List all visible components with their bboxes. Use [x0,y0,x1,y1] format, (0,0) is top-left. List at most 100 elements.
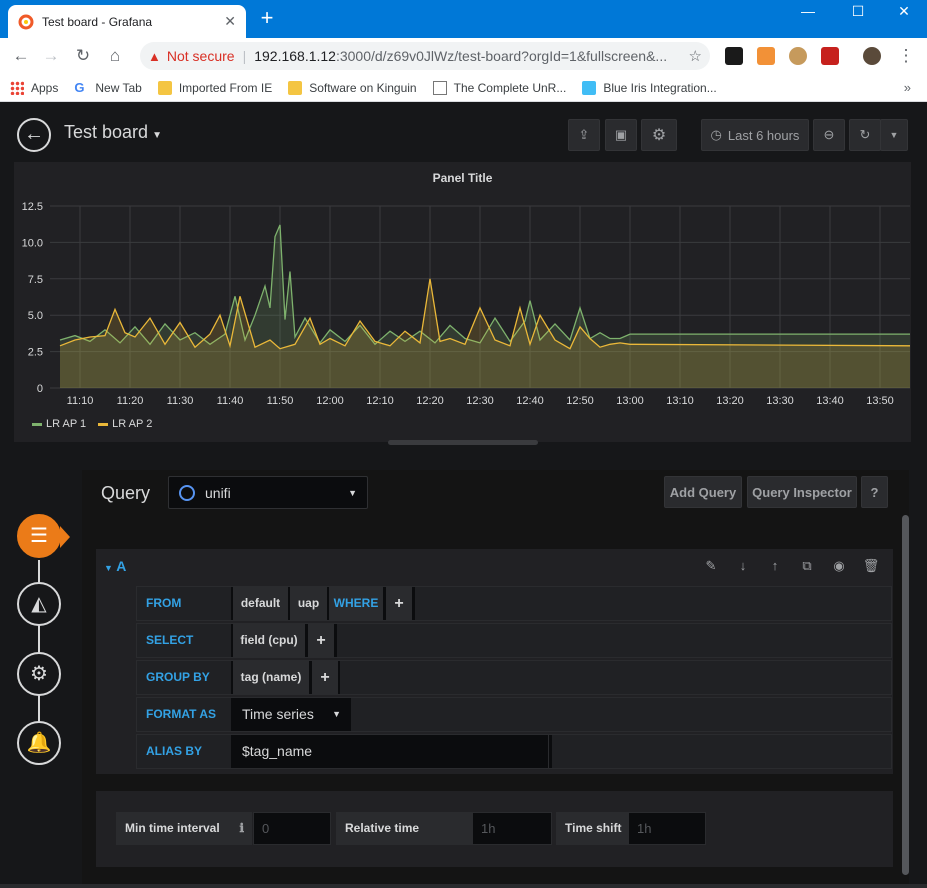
group-by-tag-segment[interactable]: tag (name) [233,661,309,694]
editor-scrollbar[interactable] [902,515,909,875]
back-to-dashboard-button[interactable]: ← [17,118,51,152]
extension-pdf-icon[interactable] [821,47,839,65]
visualization-tab[interactable]: ◭ [17,582,61,626]
x-tick-label: 12:50 [566,395,594,407]
warning-icon: ▲ [148,48,161,64]
trash-icon[interactable]: 🗑 [855,558,887,574]
bookmarks-bar: Apps G New Tab Imported From IE Software… [0,74,927,102]
select-row: SELECT field (cpu) + [136,623,892,658]
relative-time-label: Relative time [336,812,472,845]
legend-item[interactable]: LR AP 2 [98,418,152,430]
y-tick-label: 7.5 [28,274,43,286]
browser-tab-strip: Test board - Grafana ✕ + — ☐ ✕ [0,0,927,38]
x-tick-label: 11:30 [167,395,194,407]
refresh-button[interactable]: ↻ [849,119,881,151]
graph-legend: LR AP 1 LR AP 2 [32,418,164,430]
datasource-select[interactable]: unifi ▼ [168,476,368,509]
refresh-interval-dropdown[interactable]: ▼ [880,119,908,151]
home-icon[interactable]: ⌂ [105,46,125,66]
reload-icon[interactable]: ↻ [73,46,93,66]
x-tick-label: 13:00 [616,395,644,407]
back-arrow-icon[interactable]: ← [11,46,31,66]
series-area-2 [60,278,910,388]
extension-office-icon[interactable] [757,47,775,65]
pencil-icon[interactable]: ✎ [695,558,727,574]
bookmark-complete-unraid[interactable]: The Complete UnR... [432,80,566,95]
add-select-button[interactable]: + [308,624,334,657]
more-bookmarks-icon[interactable]: » [904,80,911,95]
bookmark-apps[interactable]: Apps [10,80,58,95]
graph-chart[interactable]: 0 2.5 5.0 7.5 10.0 12.5 11:10 11:20 11:30 11:40 11… [14,162,911,412]
x-tick-label: 13:20 [716,395,744,407]
maximize-icon[interactable]: ☐ [835,0,881,26]
forward-arrow-icon[interactable]: → [41,46,61,66]
dashboard-navbar: ← Test board ▼ ⇪ ▣ ⚙ ◷ Last 6 hours ⊖ ↻ ▼ [0,102,927,162]
x-tick-label: 12:10 [366,395,394,407]
save-icon: ▣ [614,127,628,142]
close-tab-icon[interactable]: ✕ [224,13,236,30]
close-window-icon[interactable]: ✕ [881,0,927,26]
minimize-icon[interactable]: — [785,0,831,26]
measurement-segment[interactable]: uap [290,587,327,620]
bookmark-blue-iris[interactable]: Blue Iris Integration... [582,80,717,95]
bookmark-software-on-kinguin[interactable]: Software on Kinguin [288,80,417,95]
add-where-button[interactable]: + [386,587,412,620]
arrow-down-icon[interactable]: ↓ [727,558,759,574]
x-tick-label: 11:10 [67,395,94,407]
share-button[interactable]: ⇪ [568,119,600,151]
select-label: SELECT [137,624,231,657]
alias-by-input[interactable]: $tag_name [233,735,549,768]
bookmark-star-icon[interactable]: ☆ [689,47,702,65]
from-label: FROM [137,587,231,620]
browser-tab[interactable]: Test board - Grafana ✕ [8,5,246,38]
menu-kebab-icon[interactable]: ⋮ [896,46,916,66]
bookmark-imported-from-ie[interactable]: Imported From IE [157,80,272,95]
url-bar[interactable]: ▲ Not secure | 192.168.1.12:3000/d/z69v0… [140,42,710,70]
query-inspector-button[interactable]: Query Inspector [747,476,857,508]
extension-h-icon[interactable] [725,47,743,65]
group-by-row: GROUP BY tag (name) + [136,660,892,695]
y-tick-label: 2.5 [28,347,43,359]
query-row-header[interactable]: ▼ A ✎ ↓ ↑ ⧉ ◉ 🗑 [96,549,893,584]
dashboard-title[interactable]: Test board ▼ [64,122,162,143]
info-icon[interactable]: ℹ [239,812,244,845]
legend-swatch [32,422,42,426]
field-segment[interactable]: field (cpu) [233,624,305,657]
min-time-interval-input[interactable]: 0 [253,812,331,845]
from-row: FROM default uap WHERE + [136,586,892,621]
queries-tab[interactable]: ☰ [17,514,61,558]
relative-time-input[interactable]: 1h [472,812,552,845]
add-query-button[interactable]: Add Query [664,476,742,508]
general-settings-tab[interactable]: ⚙ [17,652,61,696]
save-button[interactable]: ▣ [605,119,637,151]
time-picker-button[interactable]: ◷ Last 6 hours [701,119,809,151]
cog-icon: ⚙ [30,663,48,685]
zoom-out-button[interactable]: ⊖ [813,119,845,151]
query-row-name[interactable]: ▼ A [104,558,126,574]
extension-cookie-icon[interactable] [789,47,807,65]
profile-avatar[interactable] [863,47,881,65]
legend-item[interactable]: LR AP 1 [32,418,86,430]
address-toolbar: ← → ↻ ⌂ ▲ Not secure | 192.168.1.12:3000… [0,38,927,74]
add-group-by-button[interactable]: + [312,661,338,694]
format-as-row: FORMAT AS Time series ▼ [136,697,892,732]
bookmark-new-tab[interactable]: G New Tab [74,80,141,95]
time-shift-label: Time shift [556,812,628,845]
arrow-left-icon: ← [24,123,44,145]
help-button[interactable]: ? [861,476,888,508]
settings-button[interactable]: ⚙ [641,119,677,151]
arrow-up-icon[interactable]: ↑ [759,558,791,574]
eye-icon[interactable]: ◉ [823,558,855,574]
min-time-interval-label: Min time interval ℹ [116,812,252,845]
time-shift-input[interactable]: 1h [628,812,706,845]
copy-icon[interactable]: ⧉ [791,558,823,574]
alert-tab[interactable]: 🔔 [17,721,61,765]
new-tab-button[interactable]: + [256,7,278,30]
panel-resize-handle[interactable] [388,440,538,445]
retention-policy-segment[interactable]: default [233,587,288,620]
folder-icon [157,80,172,95]
apps-grid-icon [10,80,24,95]
x-tick-label: 13:50 [866,395,894,407]
x-tick-label: 13:30 [766,395,794,407]
format-as-select[interactable]: Time series ▼ [233,698,349,731]
